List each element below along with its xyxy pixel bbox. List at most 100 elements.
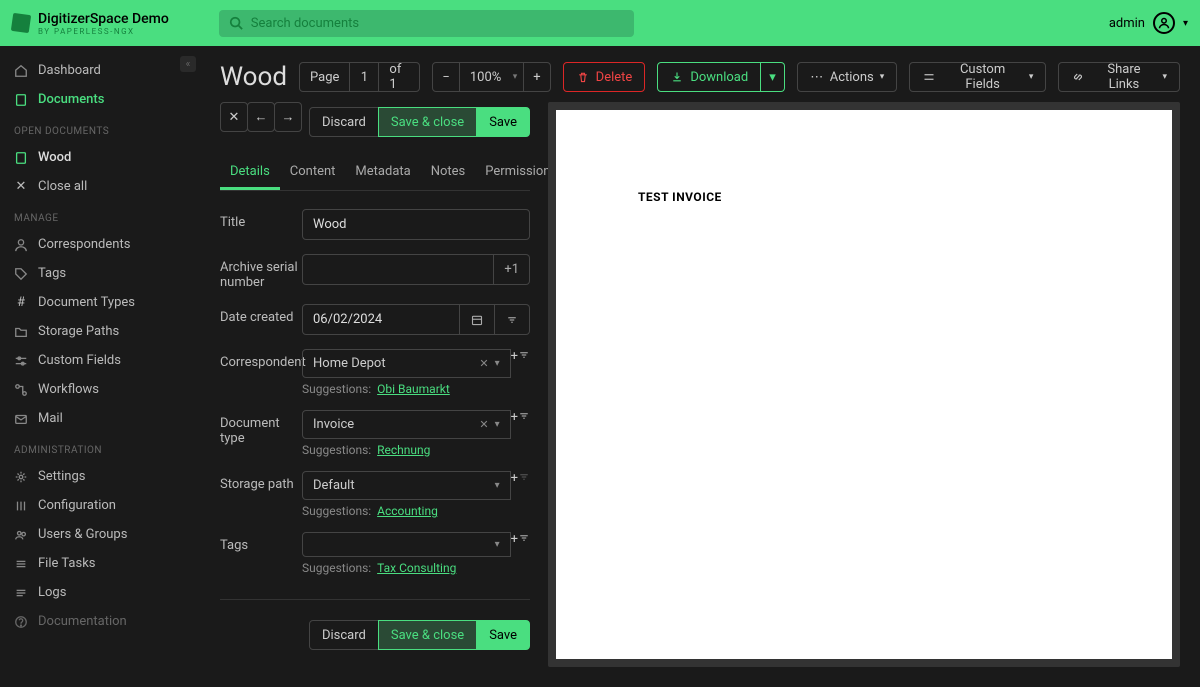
- suggestion-link[interactable]: Obi Baumarkt: [377, 382, 450, 396]
- form-panel: ✕ ← → Discard Save & close Save Details …: [220, 102, 530, 667]
- sidebar-workflows[interactable]: Workflows: [0, 375, 200, 404]
- date-picker-button[interactable]: [460, 304, 495, 335]
- doctype-filter-button[interactable]: [518, 410, 530, 439]
- sidebar-storage-paths[interactable]: Storage Paths: [0, 317, 200, 346]
- sidebar-mail[interactable]: Mail: [0, 404, 200, 433]
- storage-add-button[interactable]: +: [511, 471, 518, 500]
- correspondent-filter-button[interactable]: [518, 349, 530, 378]
- date-label: Date created: [220, 304, 302, 325]
- chevron-down-icon: ▾: [495, 539, 500, 550]
- close-doc-button[interactable]: ✕: [220, 102, 248, 132]
- sidebar-section-manage: MANAGE: [0, 201, 200, 230]
- zoom-value[interactable]: 100%: [459, 63, 524, 91]
- correspondent-label: Correspondent: [220, 349, 302, 370]
- doctype-add-button[interactable]: +: [511, 410, 518, 439]
- tab-metadata[interactable]: Metadata: [345, 156, 420, 190]
- sidebar-custom-fields[interactable]: Custom Fields: [0, 346, 200, 375]
- storage-select[interactable]: Default ▾: [302, 471, 511, 500]
- user-avatar-icon[interactable]: [1153, 12, 1175, 34]
- suggestion-link[interactable]: Accounting: [377, 504, 438, 518]
- link-icon: [1071, 70, 1085, 84]
- discard-button-bottom[interactable]: Discard: [309, 620, 379, 650]
- mail-icon: [14, 412, 28, 426]
- download-dropdown[interactable]: ▾: [761, 62, 785, 92]
- tags-filter-button[interactable]: [518, 532, 530, 557]
- share-links-button[interactable]: Share Links ▾: [1058, 62, 1180, 92]
- sidebar-dashboard[interactable]: Dashboard: [0, 56, 200, 85]
- title-label: Title: [220, 209, 302, 230]
- doctype-select[interactable]: Invoice ✕▾: [302, 410, 511, 439]
- clear-icon[interactable]: ✕: [479, 357, 488, 370]
- date-input[interactable]: [302, 304, 460, 335]
- sidebar-documents[interactable]: Documents: [0, 85, 200, 114]
- sidebar-settings[interactable]: Settings: [0, 462, 200, 491]
- sliders-icon: [14, 354, 28, 368]
- correspondent-add-button[interactable]: +: [511, 349, 518, 378]
- sidebar-logs[interactable]: Logs: [0, 578, 200, 607]
- tags-add-button[interactable]: +: [511, 532, 518, 557]
- folder-icon: [14, 325, 28, 339]
- chevron-down-icon: ▾: [880, 72, 885, 82]
- logs-icon: [14, 586, 28, 600]
- search-icon: [229, 16, 243, 30]
- next-doc-button[interactable]: →: [274, 102, 302, 132]
- home-icon: [14, 64, 28, 78]
- tab-notes[interactable]: Notes: [421, 156, 476, 190]
- clear-icon[interactable]: ✕: [479, 418, 488, 431]
- sidebar-collapse-button[interactable]: «: [180, 56, 196, 72]
- custom-fields-button[interactable]: Custom Fields ▾: [909, 62, 1046, 92]
- sidebar-correspondents[interactable]: Correspondents: [0, 230, 200, 259]
- sidebar-users-groups[interactable]: Users & Groups: [0, 520, 200, 549]
- sidebar-tags[interactable]: Tags: [0, 259, 200, 288]
- tags-label: Tags: [220, 532, 302, 553]
- zoom-out-button[interactable]: −: [433, 70, 458, 85]
- save-close-button-bottom[interactable]: Save & close: [378, 620, 477, 650]
- sidebar-open-doc[interactable]: Wood: [0, 143, 200, 172]
- asn-input[interactable]: [302, 254, 494, 285]
- sidebar-file-tasks[interactable]: File Tasks: [0, 549, 200, 578]
- page-input[interactable]: [349, 63, 379, 91]
- tab-content[interactable]: Content: [280, 156, 346, 190]
- asn-increment-button[interactable]: +1: [494, 254, 530, 285]
- sidebar-doc-types[interactable]: # Document Types: [0, 288, 200, 317]
- document-preview[interactable]: TEST INVOICE: [548, 102, 1180, 667]
- person-icon: [14, 238, 28, 252]
- discard-button-top[interactable]: Discard: [309, 107, 379, 137]
- save-button-bottom[interactable]: Save: [476, 620, 530, 650]
- save-button-top[interactable]: Save: [476, 107, 530, 137]
- tags-select[interactable]: ▾: [302, 532, 511, 557]
- calendar-icon: [470, 313, 484, 327]
- search-input[interactable]: [251, 16, 624, 31]
- sidebar-documentation[interactable]: Documentation: [0, 607, 200, 636]
- correspondent-select[interactable]: Home Depot ✕▾: [302, 349, 511, 378]
- sliders-icon: [922, 70, 936, 84]
- sidebar-close-all[interactable]: ✕ Close all: [0, 172, 200, 201]
- download-icon: [670, 70, 684, 84]
- download-button[interactable]: Download: [657, 62, 761, 92]
- chevron-down-icon: ▾: [1162, 72, 1167, 82]
- sidebar: « Dashboard Documents OPEN DOCUMENTS Woo…: [0, 46, 200, 687]
- sidebar-configuration[interactable]: Configuration: [0, 491, 200, 520]
- zoom-control: − 100% +: [432, 62, 550, 92]
- tabs: Details Content Metadata Notes Permissio…: [220, 156, 530, 191]
- app-logo[interactable]: DigitizerSpace Demo BY PAPERLESS-NGX: [12, 11, 169, 36]
- chevron-down-icon: ▾: [495, 358, 500, 369]
- suggestion-link[interactable]: Rechnung: [377, 443, 430, 457]
- leaf-icon: [11, 13, 31, 33]
- date-filter-button[interactable]: [495, 304, 530, 335]
- save-close-button-top[interactable]: Save & close: [378, 107, 477, 137]
- suggestion-link[interactable]: Tax Consulting: [377, 561, 456, 575]
- delete-button[interactable]: Delete: [563, 62, 646, 92]
- actions-button[interactable]: ⋯ Actions ▾: [797, 62, 898, 92]
- tab-details[interactable]: Details: [220, 156, 280, 190]
- zoom-in-button[interactable]: +: [524, 70, 549, 85]
- title-input[interactable]: [302, 209, 530, 240]
- document-header: Wood Page of 1 − 100% + Delete: [200, 46, 1200, 102]
- search-box[interactable]: [219, 10, 634, 37]
- tag-icon: [14, 267, 28, 281]
- chevron-down-icon[interactable]: ▾: [1183, 18, 1188, 29]
- prev-doc-button[interactable]: ←: [247, 102, 275, 132]
- storage-filter-button[interactable]: [518, 471, 530, 500]
- asn-label: Archive serial number: [220, 254, 302, 290]
- chevron-down-icon: ▾: [495, 419, 500, 430]
